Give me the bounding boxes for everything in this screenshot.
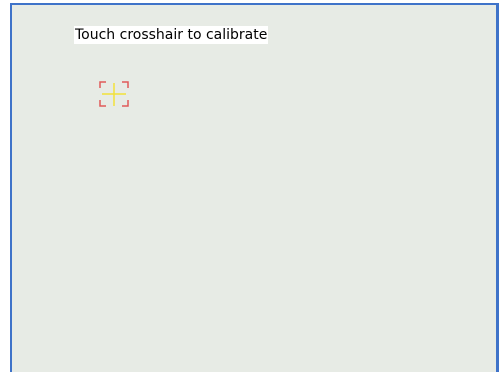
crosshair-target[interactable] xyxy=(98,80,130,108)
crosshair-icon xyxy=(99,81,129,107)
calibration-screen: Touch crosshair to calibrate xyxy=(10,3,499,372)
calibration-instruction: Touch crosshair to calibrate xyxy=(74,26,269,44)
